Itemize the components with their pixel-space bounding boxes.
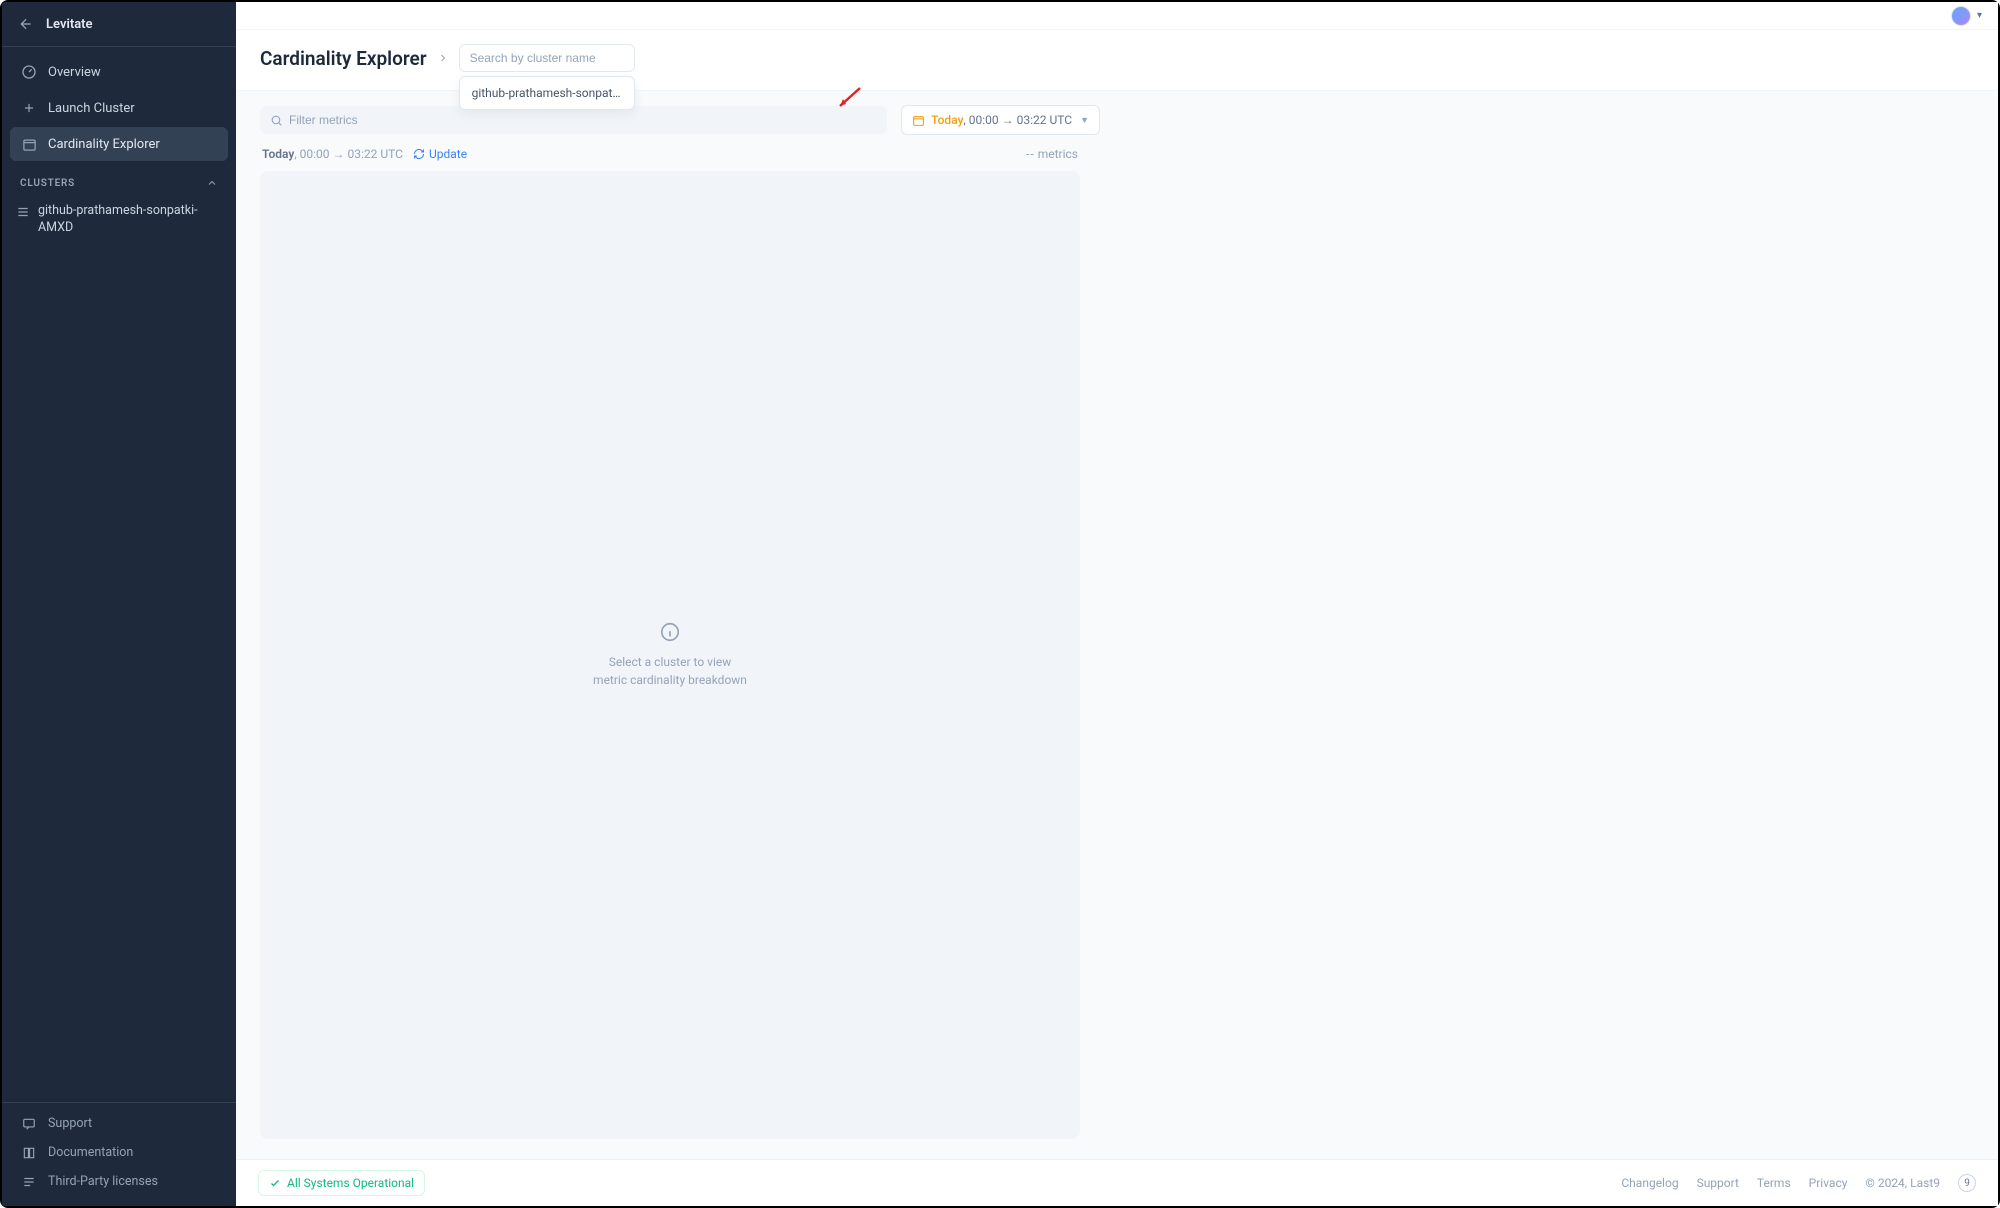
cluster-search-wrap: github-prathamesh-sonpatki-AMXD bbox=[459, 44, 635, 72]
update-button[interactable]: Update bbox=[413, 147, 467, 161]
page-header: Cardinality Explorer github-prathamesh-s… bbox=[236, 30, 1998, 91]
filter-metrics-wrap[interactable] bbox=[260, 106, 887, 134]
page-title: Cardinality Explorer bbox=[260, 47, 427, 70]
support-link[interactable]: Support bbox=[1697, 1176, 1739, 1190]
caret-down-icon: ▼ bbox=[1080, 115, 1089, 126]
metrics-panel: Select a cluster to view metric cardinal… bbox=[260, 171, 1080, 1139]
footer-item-licenses[interactable]: Third-Party licenses bbox=[10, 1167, 228, 1196]
copyright: © 2024, Last9 bbox=[1865, 1176, 1940, 1190]
terms-link[interactable]: Terms bbox=[1757, 1176, 1791, 1190]
server-icon bbox=[16, 205, 32, 219]
footer-links: Changelog Support Terms Privacy © 2024, … bbox=[1621, 1174, 1976, 1192]
back-arrow-icon[interactable] bbox=[16, 14, 36, 34]
filter-metrics-input[interactable] bbox=[289, 113, 877, 127]
cluster-search-dropdown: github-prathamesh-sonpatki-AMXD bbox=[459, 76, 635, 110]
section-label: CLUSTERS bbox=[20, 178, 75, 189]
date-range-picker[interactable]: Today, 00:00 → 03:22 UTC ▼ bbox=[901, 105, 1100, 135]
privacy-link[interactable]: Privacy bbox=[1809, 1176, 1848, 1190]
system-status[interactable]: All Systems Operational bbox=[258, 1170, 425, 1196]
empty-state: Select a cluster to view metric cardinal… bbox=[593, 621, 747, 689]
sidebar-item-launch-cluster[interactable]: Launch Cluster bbox=[10, 91, 228, 125]
sidebar-header: Levitate bbox=[2, 2, 236, 47]
topbar: ▾ bbox=[236, 2, 1998, 30]
calendar-icon bbox=[912, 114, 925, 127]
panel-today-label: Today bbox=[262, 147, 294, 161]
book-icon bbox=[20, 1146, 38, 1160]
clusters-section-header[interactable]: CLUSTERS bbox=[2, 163, 236, 195]
panel-header: Today, 00:00 → 03:22 UTC Update -- metri… bbox=[260, 147, 1080, 171]
sidebar-item-label: Overview bbox=[48, 65, 101, 80]
metrics-count-value: -- bbox=[1026, 147, 1035, 161]
avatar bbox=[1951, 6, 1971, 26]
date-range-today: Today bbox=[931, 113, 963, 127]
sidebar-item-overview[interactable]: Overview bbox=[10, 55, 228, 89]
empty-line-2: metric cardinality breakdown bbox=[593, 671, 747, 689]
chevron-right-icon bbox=[437, 52, 449, 64]
sidebar-item-cardinality-explorer[interactable]: Cardinality Explorer bbox=[10, 127, 228, 161]
cluster-search-input[interactable] bbox=[459, 44, 635, 72]
brand-label: Levitate bbox=[46, 17, 93, 32]
dropdown-item[interactable]: github-prathamesh-sonpatki-AMXD bbox=[460, 77, 634, 109]
content-area: Today, 00:00 → 03:22 UTC ▼ Today, 00:00 … bbox=[236, 91, 1998, 1159]
controls-row: Today, 00:00 → 03:22 UTC ▼ bbox=[260, 105, 1100, 135]
chevron-up-icon bbox=[206, 177, 218, 189]
refresh-icon bbox=[413, 148, 425, 160]
footer-item-documentation[interactable]: Documentation bbox=[10, 1138, 228, 1167]
list-icon bbox=[20, 1175, 38, 1189]
search-icon bbox=[270, 114, 283, 127]
metrics-count: -- metrics bbox=[1026, 147, 1078, 161]
user-menu[interactable]: ▾ bbox=[1951, 6, 1982, 26]
footer-item-support[interactable]: Support bbox=[10, 1109, 228, 1138]
calendar-icon bbox=[20, 135, 38, 153]
update-label: Update bbox=[429, 147, 467, 161]
gauge-icon bbox=[20, 63, 38, 81]
status-label: All Systems Operational bbox=[287, 1176, 414, 1190]
sidebar-nav: Overview Launch Cluster Cardinality Expl… bbox=[2, 47, 236, 163]
chat-icon bbox=[20, 1117, 38, 1131]
cluster-item[interactable]: github-prathamesh-sonpatki-AMXD bbox=[2, 195, 236, 245]
sidebar-footer: Support Documentation Third-Party licens… bbox=[2, 1102, 236, 1206]
check-icon bbox=[269, 1177, 281, 1189]
info-icon bbox=[593, 621, 747, 643]
cluster-name: github-prathamesh-sonpatki-AMXD bbox=[38, 203, 226, 237]
date-range-text: , 00:00 → 03:22 UTC bbox=[963, 113, 1072, 127]
brand-badge: 9 bbox=[1958, 1174, 1976, 1192]
chevron-down-icon: ▾ bbox=[1977, 10, 1982, 21]
footer-item-label: Documentation bbox=[48, 1145, 133, 1160]
sidebar-item-label: Cardinality Explorer bbox=[48, 137, 160, 152]
changelog-link[interactable]: Changelog bbox=[1621, 1176, 1678, 1190]
footer-item-label: Support bbox=[48, 1116, 92, 1131]
bottom-bar: All Systems Operational Changelog Suppor… bbox=[236, 1159, 1998, 1206]
metrics-suffix: metrics bbox=[1035, 147, 1078, 161]
footer-item-label: Third-Party licenses bbox=[48, 1174, 158, 1189]
sidebar-item-label: Launch Cluster bbox=[48, 101, 135, 116]
plus-icon bbox=[20, 99, 38, 117]
sidebar: Levitate Overview Launch Cluster Cardina… bbox=[2, 2, 236, 1206]
empty-line-1: Select a cluster to view bbox=[593, 653, 747, 671]
main: ▾ Cardinality Explorer github-prathamesh… bbox=[236, 2, 1998, 1206]
panel-range-text: , 00:00 → 03:22 UTC bbox=[294, 147, 403, 161]
